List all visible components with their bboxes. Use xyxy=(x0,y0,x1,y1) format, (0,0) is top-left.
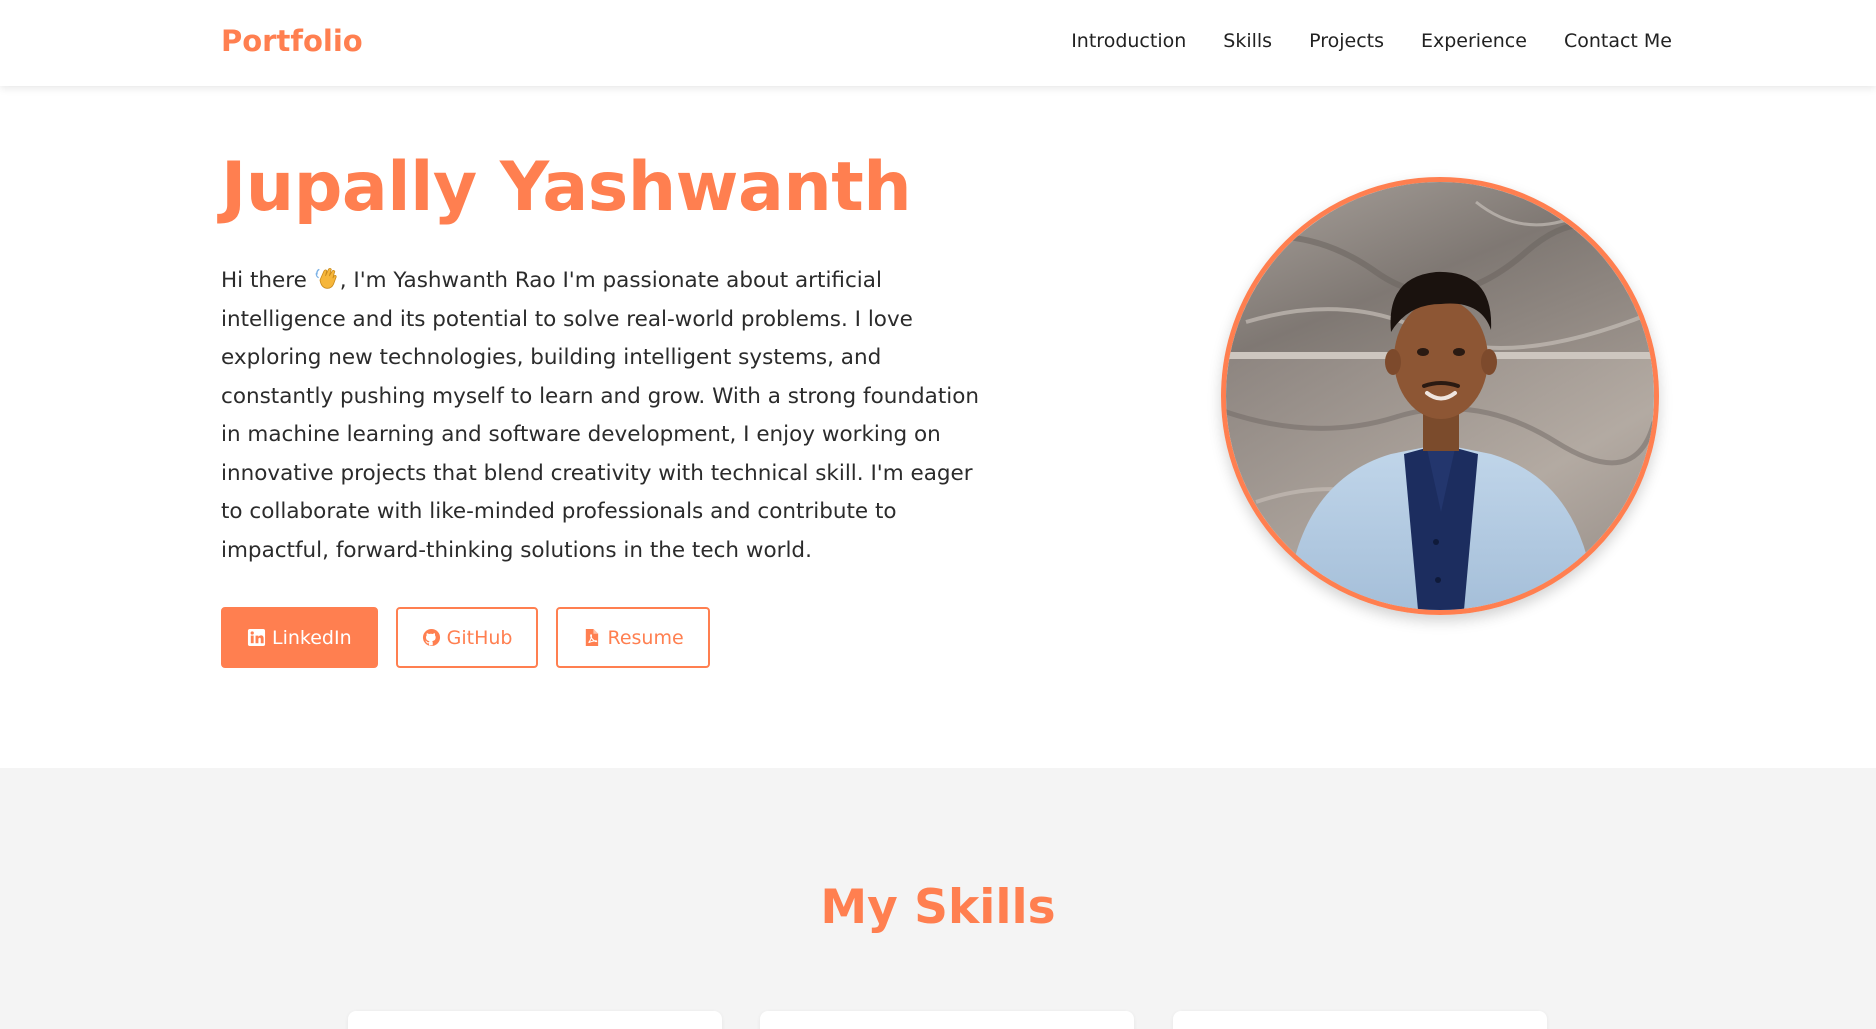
github-button-label: GitHub xyxy=(446,626,513,649)
nav-links: Introduction Skills Projects Experience … xyxy=(1071,30,1672,52)
linkedin-button[interactable]: LinkedIn xyxy=(221,607,378,668)
social-buttons: LinkedIn GitHub Resume xyxy=(221,607,710,668)
github-icon xyxy=(422,628,441,647)
nav-link-skills[interactable]: Skills xyxy=(1223,30,1272,52)
hero-intro: Hi there , I'm Yashwanth Rao I'm passion… xyxy=(221,262,981,570)
skills-section: My Skills xyxy=(0,768,1876,1029)
pdf-file-icon xyxy=(582,628,601,647)
github-button[interactable]: GitHub xyxy=(395,607,539,668)
resume-button[interactable]: Resume xyxy=(556,607,710,668)
skill-card xyxy=(760,1011,1134,1029)
intro-body: , I'm Yashwanth Rao I'm passionate about… xyxy=(221,268,980,563)
linkedin-button-label: LinkedIn xyxy=(272,626,352,649)
nav-link-introduction[interactable]: Introduction xyxy=(1071,30,1186,52)
brand-logo[interactable]: Portfolio xyxy=(221,24,363,58)
skill-card xyxy=(1173,1011,1547,1029)
profile-photo xyxy=(1221,177,1659,615)
resume-button-label: Resume xyxy=(607,626,684,649)
hero-section: Jupally Yashwanth Hi there , I'm Yashwan… xyxy=(0,86,1876,768)
nav-link-projects[interactable]: Projects xyxy=(1309,30,1384,52)
skill-card xyxy=(348,1011,722,1029)
hero-name: Jupally Yashwanth xyxy=(221,148,912,227)
intro-greeting: Hi there xyxy=(221,268,314,293)
nav-link-contact-me[interactable]: Contact Me xyxy=(1564,30,1672,52)
linkedin-icon xyxy=(247,628,266,647)
waving-hand-icon xyxy=(314,265,340,291)
top-navbar: Portfolio Introduction Skills Projects E… xyxy=(0,0,1876,86)
nav-link-experience[interactable]: Experience xyxy=(1421,30,1527,52)
skills-heading: My Skills xyxy=(820,880,1056,935)
